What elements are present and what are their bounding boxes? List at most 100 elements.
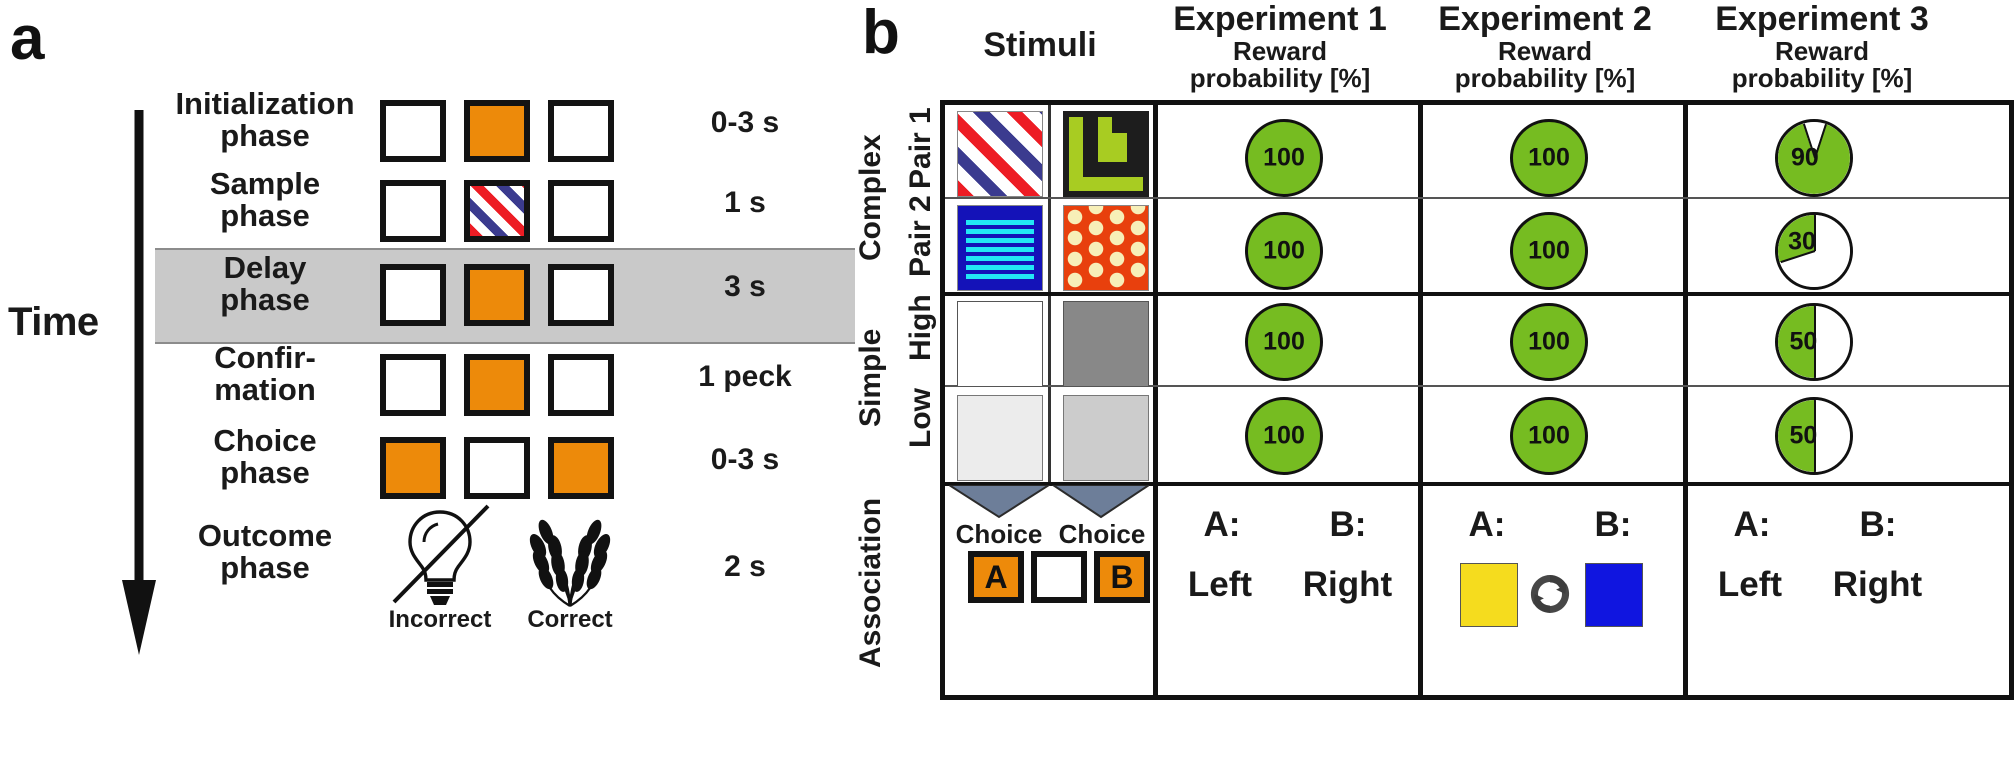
column-divider-exp1 [1153, 105, 1158, 695]
pecking-key-center[interactable] [464, 437, 530, 499]
pie-value: 100 [1528, 143, 1570, 172]
row-divider-complex-simple [945, 292, 2009, 296]
pie-exp3-high: 50 [1775, 303, 1853, 381]
choice-b-caption: Choice [1058, 519, 1146, 549]
outcome-icons: Incorrect Correct [380, 502, 650, 633]
pecking-key-right[interactable] [548, 264, 614, 326]
phase-boxes [380, 92, 640, 172]
phase-label: Initialization phase [175, 86, 355, 153]
row-label-pair-2: Pair 2 [904, 195, 937, 277]
exp2-assoc-b-blue-square [1585, 563, 1643, 627]
phase-boxes [380, 346, 640, 426]
panel-a-letter: a [10, 4, 45, 73]
phase-duration: 2 s [724, 550, 766, 583]
exp1-assoc-a-value: Left [1187, 565, 1253, 604]
phase-label: Delay phase [220, 250, 310, 317]
panel-a: a Time Initialization phase 0-3 s Sample p… [0, 0, 860, 763]
column-title: Stimuli [983, 26, 1097, 64]
exp3-assoc-b-value: Right [1832, 565, 1923, 604]
phase-duration: 1 peck [698, 360, 792, 393]
exp1-assoc-b-value: Right [1302, 565, 1393, 604]
stimulus-pair2-a-cyan-lines [957, 205, 1043, 291]
pie-exp1-pair2: 100 [1245, 212, 1323, 290]
pie-value: 100 [1263, 421, 1305, 450]
pecking-key-right[interactable] [548, 100, 614, 162]
pie-value: 30 [1788, 227, 1816, 256]
wheat-grain-icon [529, 519, 611, 607]
choice-box-middle[interactable] [1031, 551, 1087, 603]
column-header-experiment-3: Experiment 3 Reward probability [%] [1682, 0, 1962, 93]
column-divider-exp2 [1418, 105, 1423, 695]
pie-value: 50 [1789, 327, 1818, 356]
exp1-assoc-b-label: B: [1329, 505, 1367, 544]
exp3-assoc-a-label: A: [1733, 505, 1771, 544]
column-subtitle: Reward probability [%] [1189, 35, 1371, 94]
phase-row-confirmation: Confir-mation 1 peck [140, 342, 840, 434]
pie-value: 100 [1263, 236, 1305, 265]
pie-value: 100 [1528, 236, 1570, 265]
pie-exp2-low: 100 [1510, 397, 1588, 475]
pecking-key-left[interactable] [380, 264, 446, 326]
pie-exp1-high: 100 [1245, 303, 1323, 381]
pie-value: 100 [1263, 327, 1305, 356]
phase-duration: 0-3 s [710, 106, 780, 139]
experiment-design-table: 100 100 100 100 100 100 100 100 90 30 50… [940, 100, 2014, 700]
pie-exp1-pair1: 100 [1245, 119, 1323, 197]
column-header-stimuli: Stimuli [940, 26, 1140, 64]
pecking-key-right[interactable] [548, 180, 614, 242]
stimulus-high-b-dark-gray-square [1063, 301, 1149, 387]
column-header-experiment-2: Experiment 2 Reward probability [%] [1415, 0, 1675, 94]
pecking-key-right[interactable] [548, 437, 614, 499]
pecking-key-left[interactable] [380, 100, 446, 162]
column-header-experiment-1: Experiment 1 Reward probability [%] [1150, 1, 1410, 94]
pecking-key-right[interactable] [548, 354, 614, 416]
stimulus-pair1-b-green-black-maze [1063, 111, 1149, 197]
funnel-arrow-choice-a-icon [949, 485, 1149, 519]
column-title: Experiment 2 [1438, 0, 1652, 38]
phase-duration: 3 s [724, 270, 766, 303]
exp3-assoc-b-label: B: [1859, 505, 1897, 544]
pecking-key-center[interactable] [464, 100, 530, 162]
phase-row-sample: Sample phase 1 s [140, 168, 840, 260]
phase-boxes [380, 429, 640, 509]
choice-box-b[interactable]: B [1094, 551, 1150, 603]
phase-duration: 1 s [724, 186, 766, 219]
pie-exp2-high: 100 [1510, 303, 1588, 381]
column-subtitle: Reward probability [%] [1454, 35, 1636, 94]
phase-row-delay: Delay phase 3 s [140, 252, 840, 344]
row-label-pair-1: Pair 1 [904, 107, 937, 189]
group-label-association: Association [854, 497, 887, 668]
pecking-key-center[interactable] [464, 264, 530, 326]
panel-b: b Stimuli Experiment 1 Reward probability… [854, 0, 2014, 763]
pie-value: 90 [1790, 143, 1819, 172]
row-divider-pair1-stimuli [945, 197, 1153, 199]
pie-exp3-low: 50 [1775, 397, 1853, 475]
pie-value: 50 [1789, 421, 1818, 450]
phase-boxes [380, 256, 640, 336]
outcome-correct-label: Correct [527, 606, 613, 633]
pie-value: 100 [1528, 421, 1570, 450]
stimulus-pair2-b-orange-dots [1063, 205, 1149, 291]
pecking-key-left[interactable] [380, 354, 446, 416]
phase-label: Confir-mation [214, 340, 316, 407]
pie-exp3-pair1: 90 [1775, 119, 1853, 197]
pie-value: 100 [1263, 143, 1305, 172]
column-title: Experiment 3 [1715, 0, 1929, 38]
pecking-key-center-sample-stimulus[interactable] [464, 180, 530, 242]
outcome-incorrect-label: Incorrect [388, 606, 492, 633]
panel-b-letter: b [862, 0, 900, 67]
phase-duration: 0-3 s [710, 443, 780, 476]
exp2-assoc-b-label: B: [1594, 505, 1632, 544]
stimulus-low-b-gray-square [1063, 395, 1149, 481]
phase-label: Choice phase [213, 423, 317, 490]
stimulus-low-a-light-gray-square [957, 395, 1043, 481]
group-label-simple: Simple [854, 328, 887, 427]
pecking-key-center[interactable] [464, 354, 530, 416]
exp1-assoc-a-label: A: [1203, 505, 1241, 544]
pie-value: 100 [1528, 327, 1570, 356]
exp2-assoc-a-yellow-square [1460, 563, 1518, 627]
row-label-high: High [904, 294, 937, 362]
choice-box-a[interactable]: A [968, 551, 1024, 603]
pecking-key-left[interactable] [380, 437, 446, 499]
pecking-key-left[interactable] [380, 180, 446, 242]
